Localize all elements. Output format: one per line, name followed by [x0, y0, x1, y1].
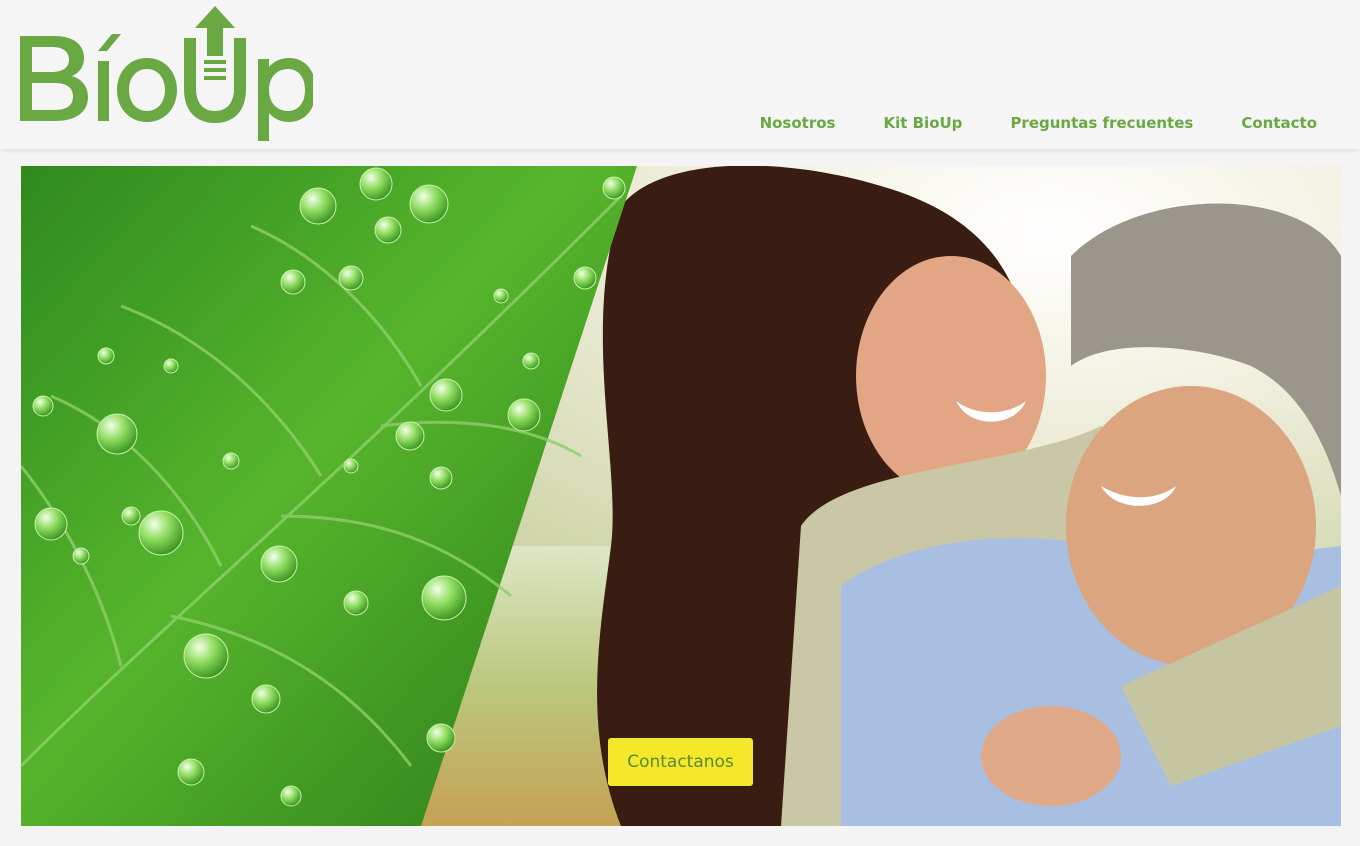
nav-link-contacto[interactable]: Contacto: [1241, 112, 1317, 134]
hero-banner: Contactanos: [21, 166, 1341, 826]
nav-link-kit-bioup[interactable]: Kit BioUp: [883, 112, 962, 134]
site-header: Nosotros Kit BioUp Preguntas frecuentes …: [0, 0, 1360, 149]
main-nav: Nosotros Kit BioUp Preguntas frecuentes …: [760, 112, 1360, 134]
contact-cta-button[interactable]: Contactanos: [608, 738, 753, 786]
nav-link-nosotros[interactable]: Nosotros: [760, 112, 836, 134]
nav-link-preguntas-frecuentes[interactable]: Preguntas frecuentes: [1010, 112, 1193, 134]
bioup-logo[interactable]: [18, 6, 313, 141]
hero-image: [21, 166, 1341, 826]
